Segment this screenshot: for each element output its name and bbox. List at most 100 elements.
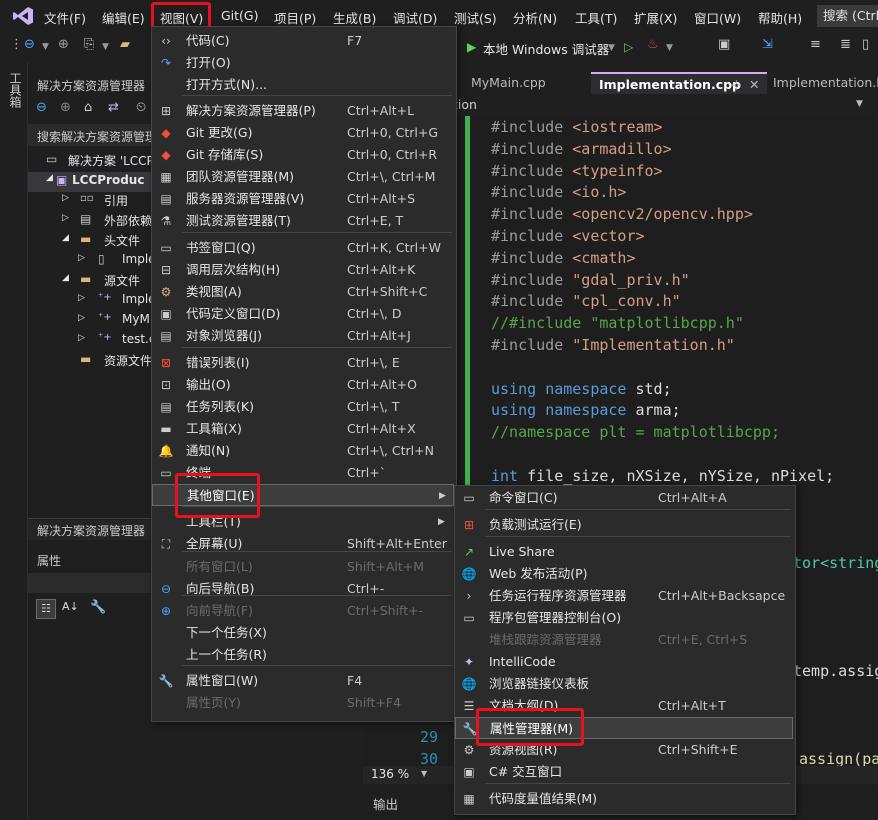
view-menu-item[interactable]: ▤ 任务列表(K) Ctrl+\, T	[152, 396, 454, 418]
tab-implementation-h[interactable]: Implementation.h	[765, 72, 878, 94]
back-icon[interactable]: ⊖	[36, 100, 47, 115]
output-tab[interactable]: 输出	[373, 794, 398, 813]
other-windows-menu-item[interactable]: 🌐 Web 发布活动(P)	[455, 563, 793, 585]
other-windows-menu-item[interactable]: 堆栈跟踪资源管理器 Ctrl+E, Ctrl+S	[455, 629, 793, 651]
other-windows-menu-item[interactable]: ▭ 命令窗口(C) Ctrl+Alt+A	[455, 487, 793, 509]
step-icon[interactable]: ⇲	[762, 37, 773, 52]
view-menu-item[interactable]: ⊕ 向前导航(F) Ctrl+Shift+-	[152, 600, 454, 622]
view-menu-item[interactable]: 打开方式(N)...	[152, 74, 454, 96]
view-menu-item[interactable]: ⚗ 测试资源管理器(T) Ctrl+E, T	[152, 210, 454, 232]
view-menu-item[interactable]: 属性页(Y) Shift+F4	[152, 692, 454, 714]
view-menu-item[interactable]: ‹› 代码(C) F7	[152, 30, 454, 52]
view-menu-item[interactable]: ▭ 书签窗口(Q) Ctrl+K, Ctrl+W	[152, 237, 454, 259]
view-menu-item[interactable]: ▣ 代码定义窗口(D) Ctrl+\, D	[152, 303, 454, 325]
bookmark-icon[interactable]: ▯	[862, 37, 869, 52]
solution-search-bar[interactable]: 搜索解决方案资源管理器	[28, 124, 169, 146]
tree-item-external-deps[interactable]: 外部依赖	[104, 212, 152, 229]
view-menu-item[interactable]: 上一个任务(R)	[152, 644, 454, 666]
alphabetical-icon[interactable]: A↓	[62, 600, 79, 613]
collapse-arrow-icon[interactable]: ▷	[78, 313, 85, 323]
debug-target-select[interactable]: 本地 Windows 调试器	[483, 39, 609, 58]
close-icon[interactable]: ✕	[749, 74, 759, 96]
tab-mymain[interactable]: MyMain.cpp	[463, 72, 554, 94]
new-project-icon[interactable]: ⎘	[84, 37, 94, 52]
expand-arrow-icon[interactable]: ◢	[62, 233, 69, 243]
dropdown-arrow-icon[interactable]: ▼	[608, 43, 615, 53]
open-folder-icon[interactable]: ▰	[120, 37, 130, 52]
view-menu-item[interactable]: ⚙ 类视图(A) Ctrl+Shift+C	[152, 281, 454, 303]
home-icon[interactable]: ⌂	[84, 100, 92, 115]
tab-implementation-cpp[interactable]: Implementation.cpp ⊹ ✕	[591, 72, 767, 94]
view-menu-item[interactable]: ▤ 服务器资源管理器(V) Ctrl+Alt+S	[152, 188, 454, 210]
menu-git[interactable]: Git(G)	[221, 8, 259, 23]
menu-analyze[interactable]: 分析(N)	[513, 8, 557, 27]
view-menu-item[interactable]: 所有窗口(L) Shift+Alt+M	[152, 556, 454, 578]
dropdown-arrow-icon[interactable]: ▼	[42, 42, 49, 52]
tree-item-headers[interactable]: 头文件	[104, 232, 140, 249]
view-menu-item[interactable]: ⊖ 向后导航(B) Ctrl+-	[152, 578, 454, 600]
menu-build[interactable]: 生成(B)	[333, 8, 376, 27]
search-input[interactable]: 搜索 (Ctrl	[817, 5, 878, 27]
tree-item-sources[interactable]: 源文件	[104, 272, 140, 289]
expand-arrow-icon[interactable]: ◢	[62, 273, 69, 283]
other-windows-menu-item[interactable]: ✦ IntelliCode	[455, 651, 793, 673]
uncomment-icon[interactable]: ≣	[840, 37, 851, 52]
view-menu-item[interactable]: ⊡ 输出(O) Ctrl+Alt+O	[152, 374, 454, 396]
view-menu-item[interactable]: 🔔 通知(N) Ctrl+\, Ctrl+N	[152, 440, 454, 462]
collapse-arrow-icon[interactable]: ▷	[78, 293, 85, 303]
solution-explorer-tab[interactable]: 解决方案资源管理器	[28, 520, 153, 540]
view-menu-item[interactable]: ▦ 团队资源管理器(M) Ctrl+\, Ctrl+M	[152, 166, 454, 188]
start-debug-icon[interactable]: ▶	[467, 40, 476, 54]
other-windows-menu-item[interactable]: ↗ Live Share	[455, 541, 793, 563]
switch-views-icon[interactable]: ⇄	[108, 100, 119, 115]
pending-changes-icon[interactable]: ⏲	[136, 100, 146, 115]
categorized-icon[interactable]: ☷	[36, 599, 56, 619]
other-windows-menu-item[interactable]: ▣ C# 交互窗口	[455, 761, 793, 783]
menu-extensions[interactable]: 扩展(X)	[634, 8, 677, 27]
dropdown-arrow-icon[interactable]: ▼	[102, 42, 109, 52]
view-menu-item[interactable]: 下一个任务(X)	[152, 622, 454, 644]
other-windows-menu-item[interactable]: ⊞ 负载测试运行(E)	[455, 514, 793, 536]
expand-arrow-icon[interactable]: ◢	[46, 173, 53, 183]
view-menu-item[interactable]: ▬ 工具箱(X) Ctrl+Alt+X	[152, 418, 454, 440]
menu-help[interactable]: 帮助(H)	[758, 8, 802, 27]
menu-debug[interactable]: 调试(D)	[393, 8, 437, 27]
pin-icon[interactable]: ⊹	[731, 74, 741, 96]
other-windows-menu-item[interactable]: ▦ 代码度量值结果(M)	[455, 788, 793, 810]
navigate-forward-icon[interactable]: ⊕	[58, 37, 69, 52]
menu-window[interactable]: 窗口(W)	[694, 8, 741, 27]
menu-tools[interactable]: 工具(T)	[575, 8, 617, 27]
toolbox-tab[interactable]: 工具箱	[7, 72, 24, 108]
start-without-debug-icon[interactable]: ▷	[624, 40, 633, 54]
tree-item-source-main[interactable]: MyM	[122, 312, 150, 326]
tree-item-references[interactable]: 引用	[104, 192, 128, 209]
window-layout-icon[interactable]: ▣	[718, 37, 730, 52]
view-menu-item[interactable]: ▤ 对象浏览器(J) Ctrl+Alt+J	[152, 325, 454, 347]
navigate-back-icon[interactable]: ⊖	[24, 37, 35, 52]
tree-item-project[interactable]: LCCProduc	[72, 173, 144, 187]
other-windows-menu-item[interactable]: ▭ 程序包管理器控制台(O)	[455, 607, 793, 629]
menu-project[interactable]: 项目(P)	[274, 8, 316, 27]
view-menu-item[interactable]: ◆ Git 更改(G) Ctrl+0, Ctrl+G	[152, 122, 454, 144]
zoom-select[interactable]: 136 %	[371, 767, 409, 781]
menu-edit[interactable]: 编辑(E)	[102, 8, 145, 27]
dropdown-arrow-icon[interactable]: ▼	[856, 99, 863, 109]
view-menu-item[interactable]: 🔧 属性窗口(W) F4	[152, 670, 454, 692]
view-menu-item[interactable]: ↷ 打开(O)	[152, 52, 454, 74]
other-windows-menu-item[interactable]: › 任务运行程序资源管理器 Ctrl+Alt+Backsapce	[455, 585, 793, 607]
collapse-arrow-icon[interactable]: ▷	[78, 253, 85, 263]
hot-reload-icon[interactable]: ♨	[647, 37, 659, 52]
collapse-arrow-icon[interactable]: ▷	[62, 213, 69, 223]
view-menu-item[interactable]: ⊟ 调用层次结构(H) Ctrl+Alt+K	[152, 259, 454, 281]
collapse-arrow-icon[interactable]: ▷	[78, 333, 85, 343]
other-windows-menu-item[interactable]: 🌐 浏览器链接仪表板	[455, 673, 793, 695]
visual-studio-logo[interactable]	[12, 6, 34, 26]
property-pages-icon[interactable]: 🔧	[90, 600, 106, 615]
forward-icon[interactable]: ⊕	[60, 100, 71, 115]
menu-file[interactable]: 文件(F)	[44, 8, 86, 27]
collapse-arrow-icon[interactable]: ▷	[62, 193, 69, 203]
tree-item-resources[interactable]: 资源文件	[104, 352, 152, 369]
properties-object-select[interactable]	[28, 573, 153, 593]
view-menu-item[interactable]: ◆ Git 存储库(S) Ctrl+0, Ctrl+R	[152, 144, 454, 166]
tree-item-solution[interactable]: 解决方案 'LCCP	[68, 152, 154, 169]
